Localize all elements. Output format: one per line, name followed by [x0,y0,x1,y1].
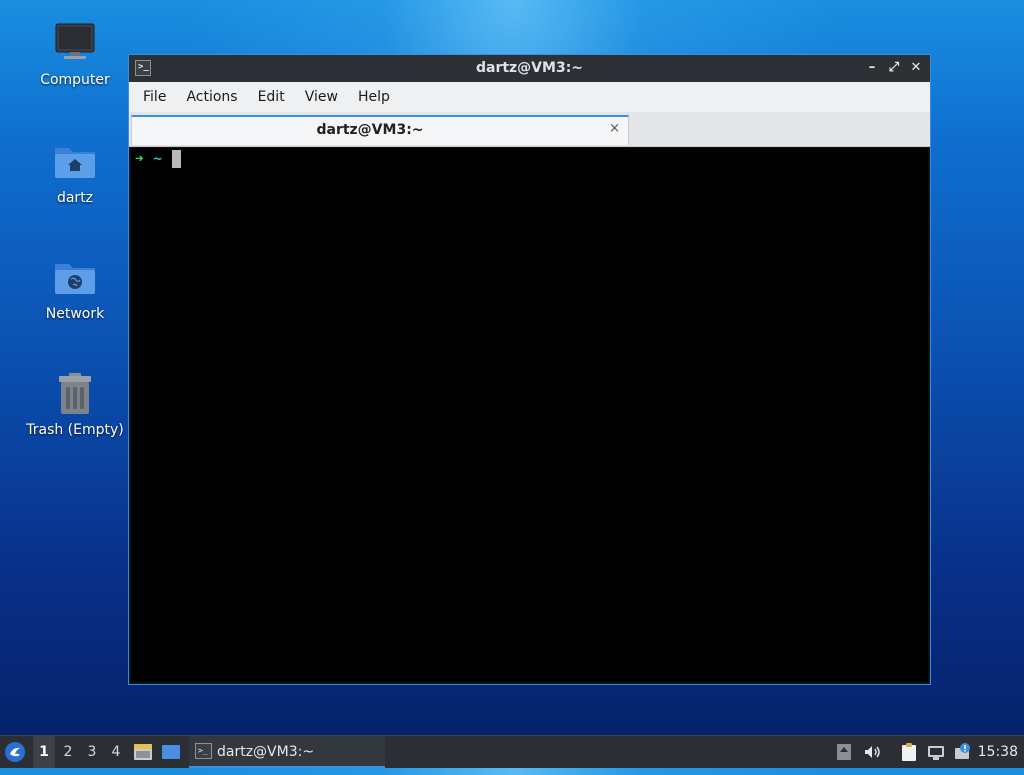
show-desktop-launcher[interactable] [161,736,183,768]
minimize-button[interactable]: – [862,58,882,78]
file-manager-icon [134,744,152,760]
tab-terminal[interactable]: dartz@VM3:~ × [131,115,629,145]
menu-view[interactable]: View [295,82,348,112]
monitor-icon [53,22,97,66]
clipboard-icon[interactable] [899,742,919,762]
workspace-1[interactable]: 1 [33,736,55,768]
menu-bar: File Actions Edit View Help [129,82,930,112]
tab-bar: dartz@VM3:~ × [129,112,930,147]
tab-label: dartz@VM3:~ [316,122,424,138]
window-titlebar[interactable]: >_ dartz@VM3:~ – ⤢ ✕ [129,55,930,82]
task-label: dartz@VM3:~ [217,744,315,760]
app-menu-button[interactable] [4,736,28,768]
tray-expand-icon[interactable] [834,742,854,762]
desktop-icon-label: Network [45,306,105,322]
terminal-window[interactable]: >_ dartz@VM3:~ – ⤢ ✕ File Actions Edit V… [128,54,931,685]
menu-actions[interactable]: Actions [176,82,247,112]
desktop-icon-trash[interactable]: Trash (Empty) [20,372,130,438]
network-folder-icon [53,256,97,300]
desktop-icon-label: Trash (Empty) [26,422,124,438]
taskbar: 1 2 3 4 >_ dartz@VM3:~ 15:38 [0,735,1024,768]
file-manager-launcher[interactable] [133,736,155,768]
desktop-icon-label: dartz [56,190,94,206]
network-status-icon[interactable] [926,742,946,762]
lubuntu-logo-icon [5,742,25,762]
desktop-icon-label: Computer [40,72,110,88]
desktop-icon-computer[interactable]: Computer [20,22,130,88]
volume-icon[interactable] [862,742,882,762]
menu-file[interactable]: File [133,82,176,112]
home-folder-icon [53,140,97,184]
desktop-icon [162,745,180,759]
menu-help[interactable]: Help [348,82,400,112]
workspace-4[interactable]: 4 [105,736,127,768]
tab-close-icon[interactable]: × [609,121,620,136]
desktop-icon-home[interactable]: dartz [20,140,130,206]
workspace-2[interactable]: 2 [57,736,79,768]
shell-prompt: ➜ ~ [135,150,181,168]
maximize-button[interactable]: ⤢ [884,58,904,78]
close-button[interactable]: ✕ [906,58,926,78]
terminal-area[interactable]: ➜ ~ [131,148,928,682]
desktop-icon-network[interactable]: Network [20,256,130,322]
trash-icon [53,372,97,416]
text-cursor [171,150,181,168]
terminal-icon: >_ [195,743,212,759]
task-terminal[interactable]: >_ dartz@VM3:~ [189,736,385,768]
window-title: dartz@VM3:~ [475,60,584,76]
clock[interactable]: 15:38 [978,736,1018,768]
update-notifier-icon[interactable] [953,742,973,762]
prompt-directory: ~ [153,151,162,167]
workspace-3[interactable]: 3 [81,736,103,768]
prompt-arrow: ➜ [135,151,144,167]
menu-edit[interactable]: Edit [248,82,295,112]
